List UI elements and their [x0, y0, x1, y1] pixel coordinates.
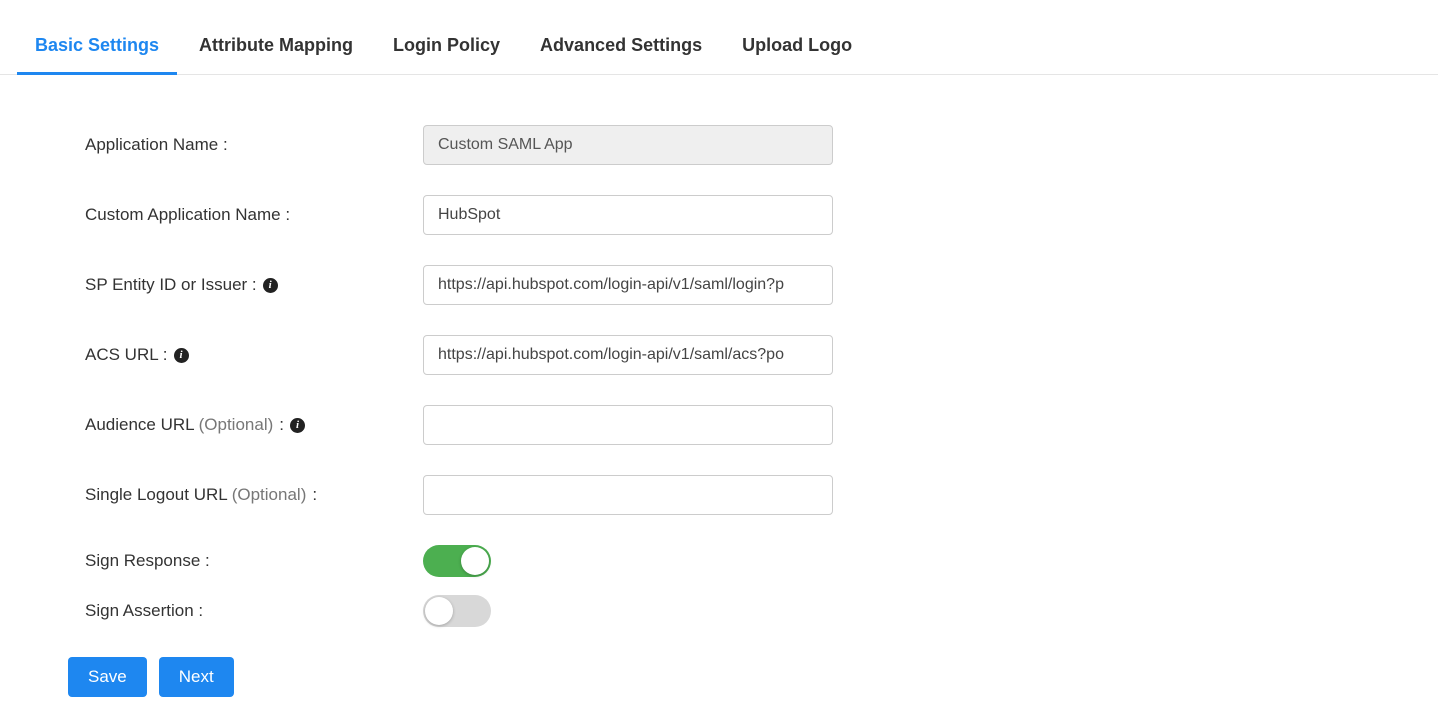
label-acs-url-text: ACS URL :	[85, 345, 168, 365]
save-button[interactable]: Save	[68, 657, 147, 697]
audience-url-input[interactable]	[423, 405, 833, 445]
tab-upload-logo[interactable]: Upload Logo	[742, 35, 852, 74]
info-icon[interactable]: i	[263, 278, 278, 293]
label-application-name: Application Name :	[85, 135, 423, 155]
label-single-logout-url-text: Single Logout URL	[85, 485, 228, 505]
label-sign-response: Sign Response :	[85, 551, 423, 571]
label-audience-url-colon: :	[279, 415, 284, 435]
tabs-bar: Basic Settings Attribute Mapping Login P…	[0, 0, 1438, 75]
label-acs-url: ACS URL : i	[85, 345, 423, 365]
info-icon[interactable]: i	[174, 348, 189, 363]
form-area: Application Name : Custom Application Na…	[85, 125, 1438, 627]
application-name-input	[423, 125, 833, 165]
next-button[interactable]: Next	[159, 657, 234, 697]
tab-advanced-settings[interactable]: Advanced Settings	[540, 35, 702, 74]
tab-basic-settings[interactable]: Basic Settings	[35, 35, 159, 74]
label-optional: (Optional)	[232, 485, 307, 505]
label-single-logout-url-colon: :	[312, 485, 317, 505]
label-sign-assertion: Sign Assertion :	[85, 601, 423, 621]
label-sp-entity-id: SP Entity ID or Issuer : i	[85, 275, 423, 295]
sign-assertion-toggle[interactable]	[423, 595, 491, 627]
button-row: Save Next	[68, 657, 1438, 697]
info-icon[interactable]: i	[290, 418, 305, 433]
acs-url-input[interactable]	[423, 335, 833, 375]
label-audience-url: Audience URL (Optional) : i	[85, 415, 423, 435]
label-single-logout-url: Single Logout URL (Optional) :	[85, 485, 423, 505]
single-logout-url-input[interactable]	[423, 475, 833, 515]
toggle-knob	[425, 597, 453, 625]
label-audience-url-text: Audience URL	[85, 415, 195, 435]
sign-response-toggle[interactable]	[423, 545, 491, 577]
toggle-knob	[461, 547, 489, 575]
tab-login-policy[interactable]: Login Policy	[393, 35, 500, 74]
tab-attribute-mapping[interactable]: Attribute Mapping	[199, 35, 353, 74]
custom-application-name-input[interactable]	[423, 195, 833, 235]
label-sp-entity-id-text: SP Entity ID or Issuer :	[85, 275, 257, 295]
label-custom-application-name: Custom Application Name :	[85, 205, 423, 225]
sp-entity-id-input[interactable]	[423, 265, 833, 305]
label-optional: (Optional)	[199, 415, 274, 435]
